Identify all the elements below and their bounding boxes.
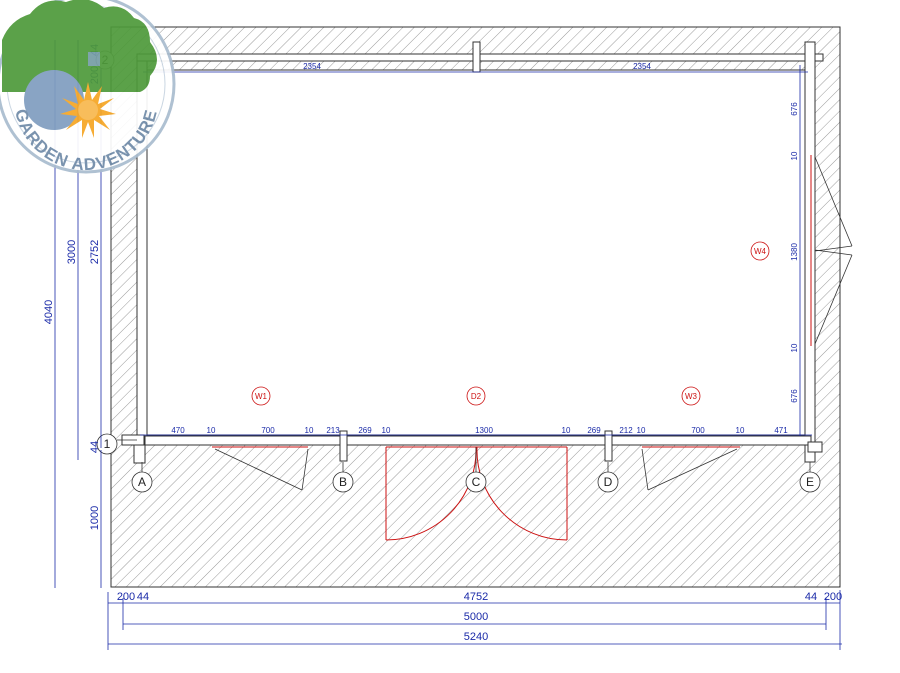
dim-front-4: 213 xyxy=(326,426,340,435)
dim-left-2752: 2752 xyxy=(89,240,101,264)
dim-front-8: 10 xyxy=(562,426,571,435)
dim-bottom-44-left: 44 xyxy=(137,591,149,603)
dim-right-ten-top: 10 xyxy=(790,151,799,160)
front-wall xyxy=(144,435,812,446)
dim-total-5000: 5000 xyxy=(464,611,488,623)
dim-front-0: 470 xyxy=(171,426,185,435)
grid-marker-a: A xyxy=(131,471,153,493)
dim-bottom-44-right: 44 xyxy=(805,591,817,603)
grid-marker-b: B xyxy=(332,471,354,493)
dim-left-44-bottom: 44 xyxy=(89,441,101,453)
dim-front-12: 700 xyxy=(691,426,705,435)
dim-left-1000: 1000 xyxy=(89,506,101,530)
grid-marker-d: D xyxy=(597,471,619,493)
dim-total-5240: 5240 xyxy=(464,631,488,643)
tag-w3-label: W3 xyxy=(685,392,698,401)
grid-label-d: D xyxy=(604,475,613,489)
tag-w1-label: W1 xyxy=(255,392,268,401)
tag-w4: W4 xyxy=(750,241,770,261)
dim-front-3: 10 xyxy=(305,426,314,435)
tag-w3: W3 xyxy=(681,386,701,406)
dim-top-right: 2354 xyxy=(633,62,651,71)
post-b xyxy=(339,430,348,462)
dim-front-7: 1300 xyxy=(475,426,493,435)
dim-front-10: 212 xyxy=(619,426,633,435)
tag-d2-label: D2 xyxy=(471,392,482,401)
grid-label-e: E xyxy=(806,475,814,489)
garden-adventure-logo: GARDEN ADVENTURE xyxy=(0,0,176,174)
tag-d2: D2 xyxy=(466,386,486,406)
dim-front-2: 700 xyxy=(261,426,275,435)
grid-label-b: B xyxy=(339,475,347,489)
opening-tags: W1 D2 W3 W4 xyxy=(251,241,770,406)
center-post xyxy=(472,41,481,73)
tag-w1: W1 xyxy=(251,386,271,406)
dim-front-9: 269 xyxy=(587,426,601,435)
dim-right-lower: 676 xyxy=(790,389,799,403)
corner-e-post xyxy=(807,441,823,453)
dim-left-4040: 4040 xyxy=(43,300,55,324)
tag-w4-label: W4 xyxy=(754,247,767,256)
dim-front-14: 471 xyxy=(774,426,788,435)
dim-bottom-200-left: 200 xyxy=(117,591,135,603)
dim-front-6: 10 xyxy=(382,426,391,435)
dim-right-window: 1380 xyxy=(790,243,799,261)
dim-front-1: 10 xyxy=(207,426,216,435)
dim-right-upper: 676 xyxy=(790,102,799,116)
dim-right-ten-bottom: 10 xyxy=(790,343,799,352)
grid-label-1: 1 xyxy=(104,437,111,451)
grid-label-a: A xyxy=(138,475,146,489)
post-d xyxy=(604,430,613,462)
hatched-foundation xyxy=(110,26,841,588)
dim-bottom-200-right: 200 xyxy=(824,591,842,603)
grid-marker-e: E xyxy=(799,471,821,493)
right-wall xyxy=(804,41,816,463)
grid-marker-c: C xyxy=(465,471,487,493)
dim-front-13: 10 xyxy=(736,426,745,435)
corner-a-post xyxy=(133,444,146,464)
logo-square xyxy=(88,52,100,66)
dim-front-11: 10 xyxy=(637,426,646,435)
dim-front-5: 269 xyxy=(358,426,372,435)
floor-plan-drawing: W1 D2 W3 W4 A B C D E 1 2354 2354 470 10… xyxy=(0,0,853,650)
grid-label-c: C xyxy=(472,475,481,489)
dim-bottom-4752: 4752 xyxy=(464,591,488,603)
dim-top-left: 2354 xyxy=(303,62,321,71)
dim-left-3000: 3000 xyxy=(66,240,78,264)
